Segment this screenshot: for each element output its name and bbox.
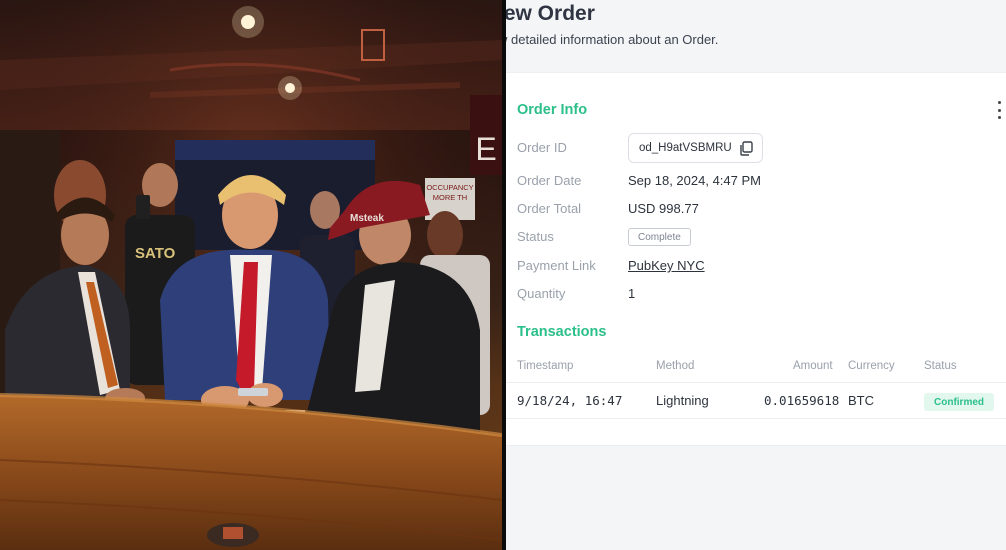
cap-text: Msteak	[350, 213, 384, 224]
order-id-field[interactable]: od_H9atVSBMRU	[628, 133, 763, 163]
more-options-icon[interactable]	[994, 101, 1004, 119]
row-status-badge: Confirmed	[924, 393, 994, 411]
occupancy-sign-text-2: MORE TH	[433, 193, 467, 202]
quantity-value: 1	[628, 286, 636, 301]
order-date-value: Sep 18, 2024, 4:47 PM	[628, 173, 761, 188]
occupancy-sign-text: OCCUPANCY	[426, 183, 473, 192]
table-row-divider	[506, 418, 1006, 419]
order-id-value: od_H9atVSBMRU	[639, 142, 732, 154]
column-header-amount: Amount	[793, 360, 833, 372]
event-photo: E OCCUPANCY MORE TH SATO Msteak	[0, 0, 502, 550]
payment-link[interactable]: PubKey NYC	[628, 258, 705, 273]
order-card: Order Info Order ID od_H9atVSBMRU Order …	[506, 72, 1006, 446]
column-header-status: Status	[924, 360, 957, 372]
order-date-label: Order Date	[517, 173, 582, 188]
photo-scene: E OCCUPANCY MORE TH SATO Msteak	[0, 0, 502, 550]
payment-link-label: Payment Link	[517, 258, 596, 273]
page-title: iew Order	[506, 2, 595, 25]
exit-sign-letter: E	[475, 131, 496, 167]
status-badge: Complete	[628, 228, 691, 246]
row-amount: 0.01659618	[764, 393, 840, 408]
table-header-divider	[506, 382, 1006, 383]
column-header-currency: Currency	[848, 360, 895, 372]
status-label: Status	[517, 229, 554, 244]
row-method: Lightning	[656, 393, 709, 408]
page-subtitle: w detailed information about an Order.	[506, 32, 719, 47]
order-total-label: Order Total	[517, 201, 582, 216]
order-total-value: USD 998.77	[628, 201, 699, 216]
row-timestamp: 9/18/24, 16:47	[517, 393, 623, 408]
shirt-text: SATO	[135, 245, 176, 262]
transactions-heading: Transactions	[517, 324, 607, 340]
row-currency: BTC	[848, 393, 874, 408]
order-panel: iew Order w detailed information about a…	[506, 0, 1006, 550]
column-header-timestamp: Timestamp	[517, 360, 574, 372]
copy-icon[interactable]	[739, 141, 753, 156]
column-header-method: Method	[656, 360, 695, 372]
quantity-label: Quantity	[517, 286, 566, 301]
order-id-label: Order ID	[517, 140, 567, 155]
order-info-heading: Order Info	[517, 102, 588, 118]
